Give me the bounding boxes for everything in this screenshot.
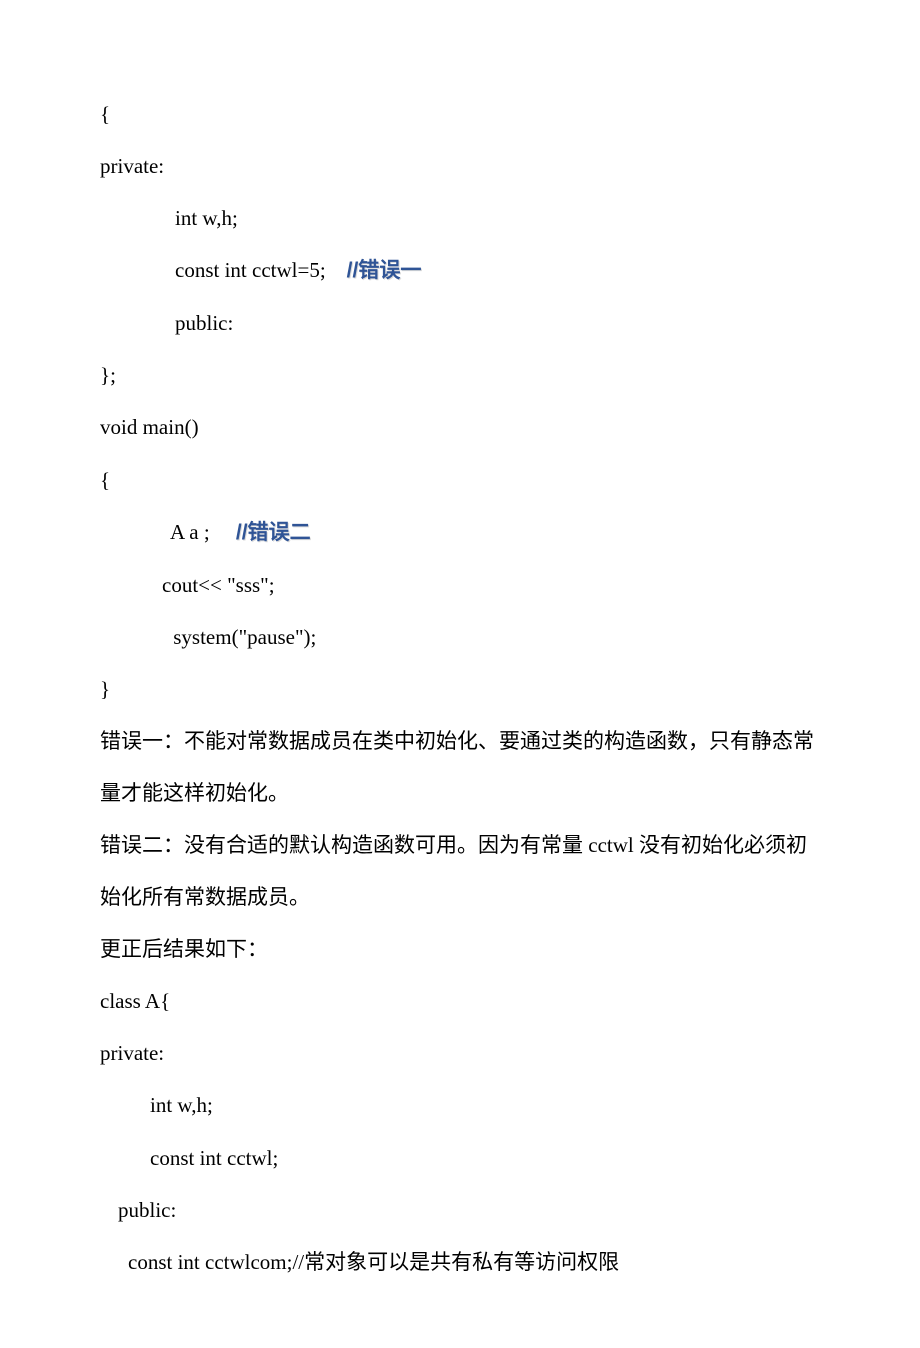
code-line: const int cctwl; <box>100 1132 820 1184</box>
code-text: A a ; <box>170 520 236 544</box>
error-comment-2: //错误二 <box>236 521 311 544</box>
code-line: system("pause"); <box>100 611 820 663</box>
code-text: const int cctwl=5; <box>175 258 347 282</box>
code-line: } <box>100 663 820 715</box>
code-line: const int cctwl=5; //错误一 <box>100 244 820 297</box>
code-line: { <box>100 88 820 140</box>
document-page: { private: int w,h; const int cctwl=5; /… <box>0 0 920 1348</box>
code-line: private: <box>100 1027 820 1079</box>
code-line: class A{ <box>100 975 820 1027</box>
explanation-text: 错误二：没有合适的默认构造函数可用。因为有常量 cctwl 没有初始化必须初始化… <box>100 819 820 923</box>
code-line: cout<< "sss"; <box>100 559 820 611</box>
code-line: public: <box>100 297 820 349</box>
explanation-text: 更正后结果如下： <box>100 923 820 975</box>
code-line: private: <box>100 140 820 192</box>
error-comment-1: //错误一 <box>347 259 422 282</box>
code-line: int w,h; <box>100 1079 820 1131</box>
code-line: }; <box>100 349 820 401</box>
code-line: { <box>100 454 820 506</box>
code-line: const int cctwlcom;//常对象可以是共有私有等访问权限 <box>100 1236 820 1288</box>
explanation-text: 错误一：不能对常数据成员在类中初始化、要通过类的构造函数，只有静态常量才能这样初… <box>100 715 820 819</box>
code-line: void main() <box>100 401 820 453</box>
code-line: public: <box>100 1184 820 1236</box>
code-line: int w,h; <box>100 192 820 244</box>
code-line: A a ; //错误二 <box>100 506 820 559</box>
